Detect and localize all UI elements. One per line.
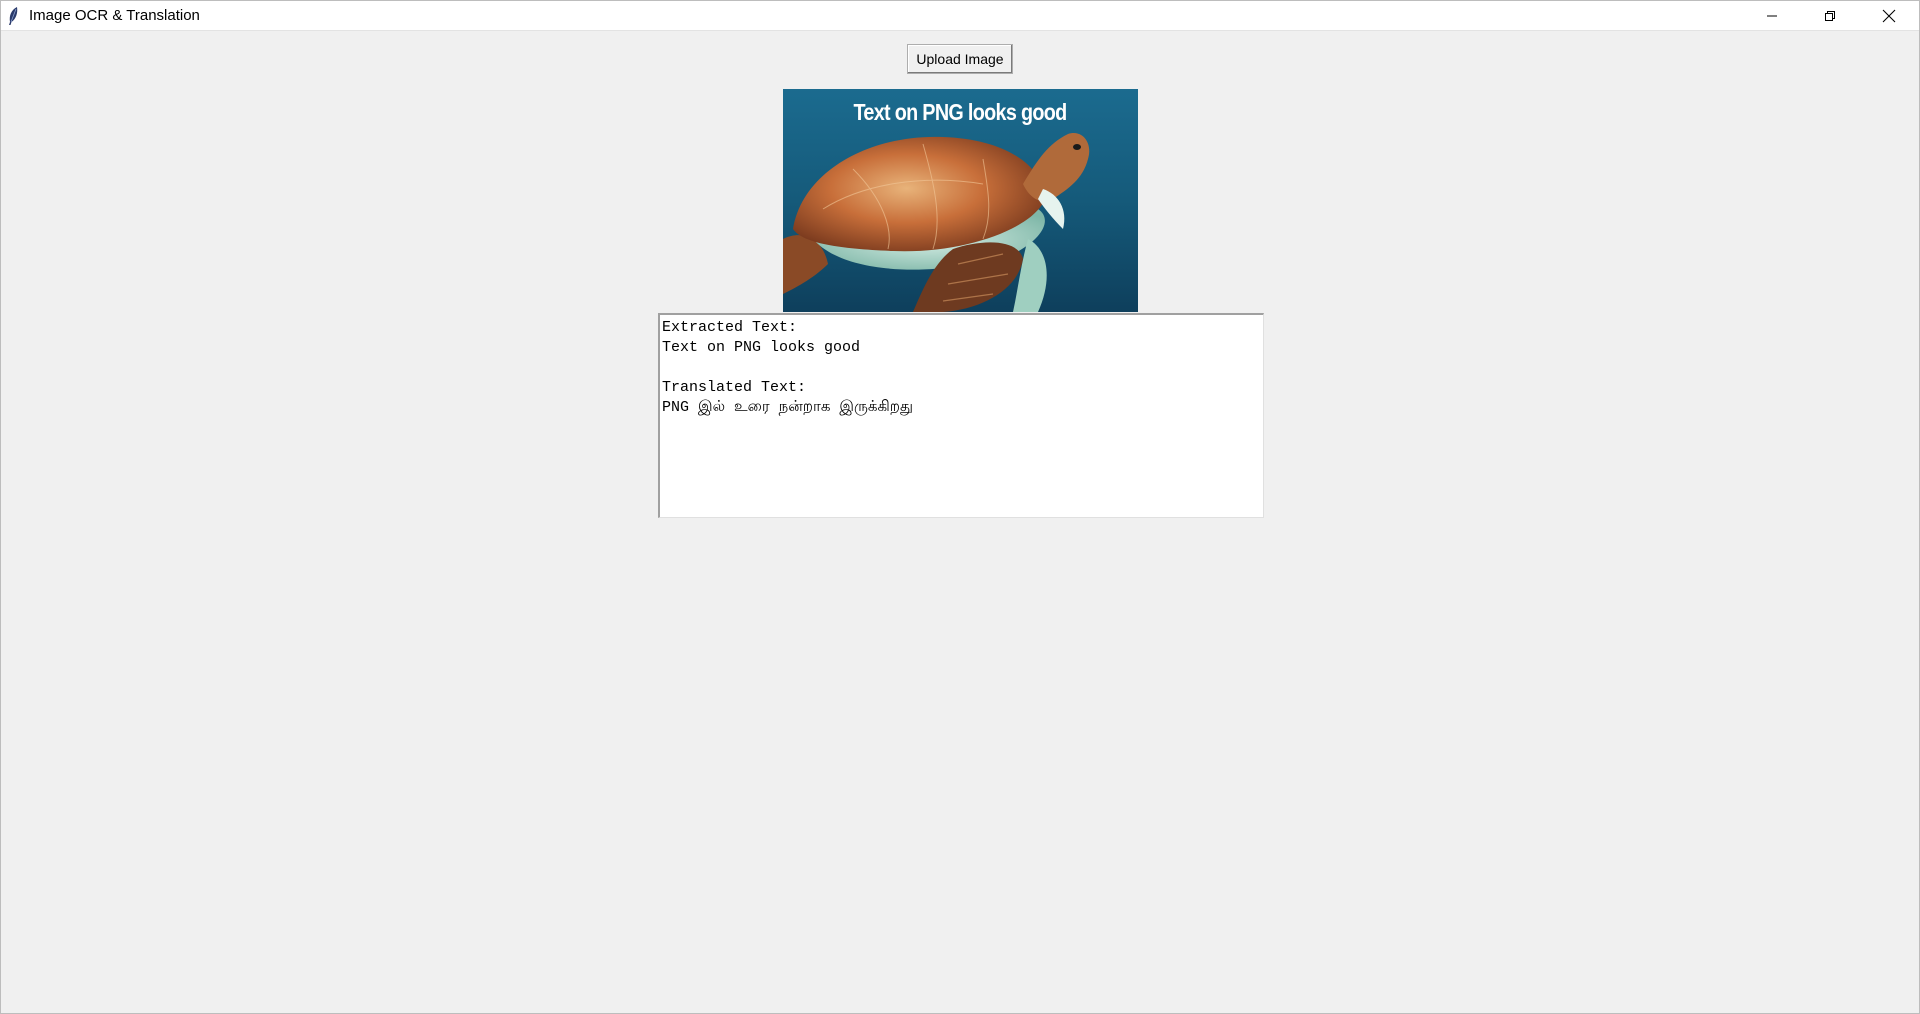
minimize-button[interactable] [1743, 1, 1801, 30]
translated-text: PNG இல் உரை நன்றாக இருக்கிறது [662, 399, 914, 416]
translated-heading: Translated Text: [662, 379, 807, 396]
restore-icon [1825, 10, 1835, 21]
minimize-icon [1767, 15, 1777, 16]
uploaded-image: Text on PNG looks good [783, 89, 1138, 312]
title-bar[interactable]: Image OCR & Translation [1, 1, 1919, 31]
close-icon [1882, 9, 1896, 22]
output-textbox[interactable]: Extracted Text: Text on PNG looks good Tra… [658, 313, 1264, 518]
restore-button[interactable] [1801, 1, 1859, 30]
extracted-heading: Extracted Text: [662, 319, 798, 336]
close-button[interactable] [1860, 1, 1918, 30]
window-title: Image OCR & Translation [29, 7, 200, 24]
extracted-text: Text on PNG looks good [662, 339, 861, 356]
app-window: Image OCR & Translation Upload Image Tex… [0, 0, 1920, 1014]
image-caption: Text on PNG looks good [853, 99, 1067, 125]
feather-icon [7, 6, 19, 26]
upload-image-button[interactable]: Upload Image [907, 44, 1013, 74]
